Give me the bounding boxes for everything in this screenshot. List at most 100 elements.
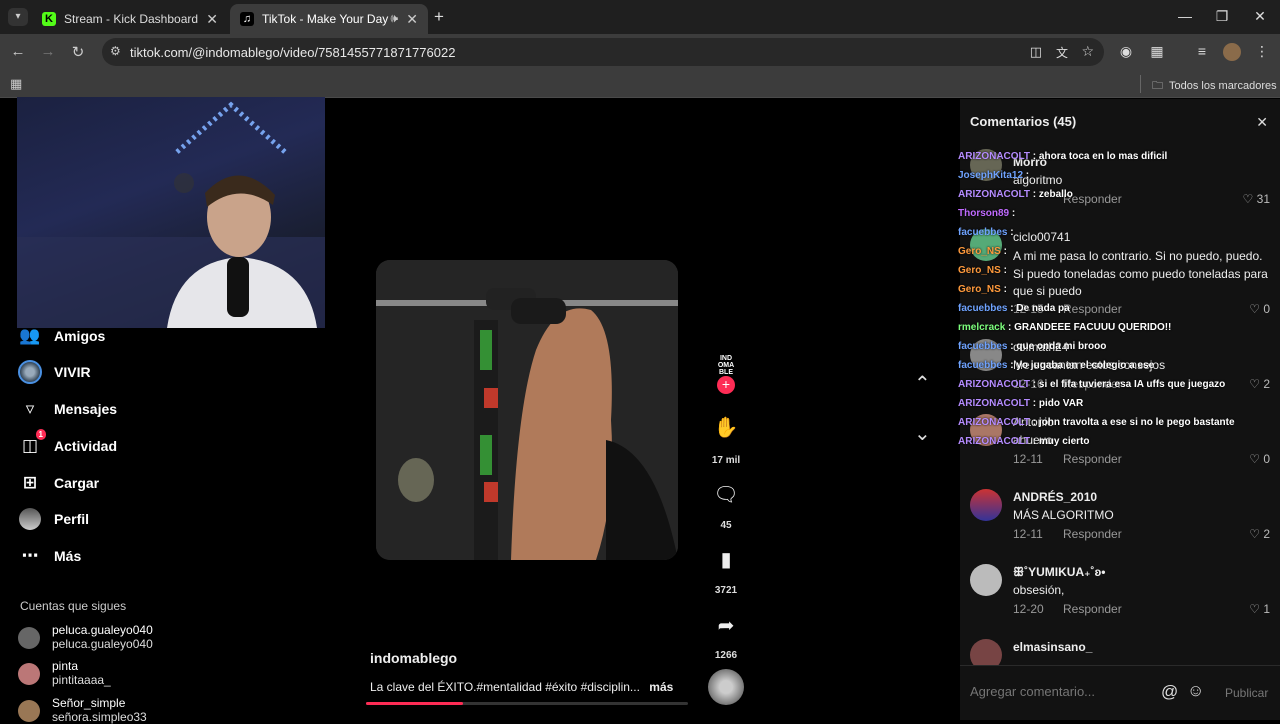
profile-avatar[interactable] (1223, 43, 1241, 61)
chat-username: rmelcrack (958, 322, 1006, 333)
maximize-icon[interactable]: ❐ (1212, 8, 1232, 25)
stream-chat-line: ARIZONACOLT : pido VAR (958, 398, 1083, 409)
install-app-icon[interactable]: ◫ (1030, 44, 1042, 60)
reload-icon[interactable]: ↻ (68, 43, 88, 61)
upload-icon: ⊞ (22, 473, 38, 492)
close-tab-icon[interactable]: ✕ (206, 11, 218, 28)
extensions-icon[interactable]: ▦ (1147, 43, 1167, 60)
music-disc-avatar[interactable] (708, 669, 744, 705)
audio-playing-icon[interactable]: 🕪 (390, 11, 398, 26)
media-control-icon[interactable]: ≡ (1192, 43, 1212, 59)
sidebar-item-profile[interactable]: Perfil (18, 507, 89, 531)
comment-user[interactable]: ꕥ˚YUMIKUA₊˚ʚ• (1013, 565, 1105, 580)
previous-video-arrow[interactable]: ⌃ (914, 371, 931, 396)
sidebar-item-more[interactable]: ⋯ Más (18, 544, 82, 568)
chat-message: : pido VAR (1030, 398, 1084, 409)
mention-icon[interactable]: @ (1161, 682, 1178, 702)
sidebar-item-live[interactable]: VIVIR (18, 360, 91, 384)
tab-kick-dashboard[interactable]: K Stream - Kick Dashboard ✕ (32, 4, 228, 34)
sidebar-item-messages[interactable]: ▿ Mensajes (18, 397, 117, 421)
comment-date: 12-20 (1013, 602, 1044, 616)
comment-user[interactable]: elmasinsano_ (1013, 640, 1092, 654)
tab-tiktok[interactable]: ♫ TikTok - Make Your Day 🕪 ✕ (230, 4, 428, 34)
forward-icon[interactable]: → (38, 43, 58, 60)
avatar (18, 663, 40, 685)
sidebar-item-label: Actividad (54, 438, 118, 454)
tab-title: Stream - Kick Dashboard (64, 12, 199, 26)
author-badge[interactable]: IND OMA BLE (712, 355, 740, 376)
stream-chat-line: rmelcrack : GRANDEEE FACUUU QUERIDO!! (958, 322, 1171, 333)
emoji-icon[interactable]: ☺ (1187, 681, 1204, 701)
close-window-icon[interactable]: ✕ (1250, 8, 1270, 25)
bookmark-star-icon[interactable]: ☆ (1081, 43, 1094, 60)
following-item[interactable]: pinta pintitaaaa_ (18, 659, 111, 687)
avatar (18, 700, 40, 722)
caption-more-link[interactable]: más (649, 680, 673, 694)
chat-message: : GRANDEEE FACUUU QUERIDO!! (1005, 322, 1172, 333)
comment-input[interactable] (970, 678, 1160, 704)
publish-button[interactable]: Publicar (1225, 686, 1268, 700)
site-info-icon[interactable]: ⚙ (110, 44, 121, 58)
following-item[interactable]: peluca.gualeyo040 peluca.gualeyo040 (18, 623, 153, 651)
close-tab-icon[interactable]: ✕ (406, 11, 418, 28)
minimize-icon[interactable]: — (1175, 8, 1195, 24)
tab-search-button[interactable]: ▾ (8, 8, 28, 26)
reply-button[interactable]: Responder (1063, 602, 1122, 616)
like-icon[interactable]: ✋ (706, 415, 746, 440)
comment-count: 45 (720, 520, 732, 531)
all-bookmarks-folder[interactable]: 🗀 Todos los marcadores (1152, 77, 1277, 96)
back-icon[interactable]: ← (8, 43, 28, 60)
kick-icon: K (42, 12, 56, 26)
comment-user[interactable]: ANDRÉS_2010 (1013, 490, 1097, 504)
tab-title: TikTok - Make Your Day (262, 12, 389, 26)
close-comments-icon[interactable]: ✕ (1256, 114, 1268, 131)
stream-chat-line: ARIZONACOLT : ahora toca en lo mas dific… (958, 151, 1167, 162)
next-video-arrow[interactable]: ⌄ (914, 421, 931, 446)
apps-grid-icon[interactable]: ▦ (10, 76, 22, 92)
new-tab-button[interactable]: + (434, 7, 444, 27)
following-name: Señor_simple (52, 696, 126, 710)
video-player[interactable] (376, 260, 678, 560)
video-progress-track[interactable] (366, 702, 688, 705)
video-progress-fill (366, 702, 463, 705)
comment-icon[interactable]: 🗨 (706, 482, 746, 507)
video-caption: La clave del ÉXITO.#mentalidad #éxito #d… (370, 680, 673, 694)
follow-plus-button[interactable]: + (717, 376, 735, 394)
translate-icon[interactable]: 文 (1056, 44, 1068, 61)
chat-username: facuebbes (958, 227, 1008, 238)
bookmarks-separator (1140, 75, 1141, 93)
following-handle: pintitaaaa_ (52, 673, 111, 687)
chat-message: : que onda mi brooo (1007, 341, 1107, 352)
following-name: pinta (52, 659, 79, 673)
stream-chat-line: ARIZONACOLT : zeballo (958, 189, 1073, 200)
sidebar-item-label: Perfil (54, 511, 90, 527)
bookmark-icon[interactable]: ▮ (706, 547, 746, 572)
incognito-extension-icon[interactable]: ◉ (1116, 43, 1136, 60)
avatar[interactable] (970, 489, 1002, 521)
chat-message: : (1009, 208, 1016, 219)
stream-chat-line: ARIZONACOLT : muy cierto (958, 436, 1090, 447)
sidebar-item-activity[interactable]: ◫ 1 Actividad (18, 429, 118, 458)
activity-icon: ◫ 1 (18, 429, 46, 458)
avatar (18, 627, 40, 649)
avatar[interactable] (970, 564, 1002, 596)
bookmarks-bar: ▦ 🗀 Todos los marcadores (0, 70, 1280, 98)
comment-like[interactable]: ♡ 1 (1249, 602, 1270, 616)
chat-username: ARIZONACOLT (958, 436, 1031, 447)
chat-message: : (1000, 246, 1007, 257)
sidebar-item-upload[interactable]: ⊞ Cargar (18, 471, 99, 495)
chat-username: Gero_NS (958, 265, 1001, 276)
browser-toolbar: ← → ↻ ⚙ tiktok.com/@indomablego/video/75… (0, 34, 1280, 70)
comment-like[interactable]: ♡ 2 (1249, 527, 1270, 541)
stream-chat-line: Thorson89 : (958, 208, 1015, 219)
comments-title: Comentarios (45) (970, 114, 1077, 129)
share-icon[interactable]: ➦ (706, 613, 746, 638)
chat-username: facuebbes (958, 360, 1008, 371)
menu-kebab-icon[interactable]: ⋮ (1252, 43, 1272, 60)
reply-button[interactable]: Responder (1063, 527, 1122, 541)
tiktok-icon: ♫ (240, 12, 254, 26)
following-handle: señora.simpleo33 (52, 710, 147, 724)
video-username[interactable]: indomablego (370, 650, 457, 666)
address-bar[interactable]: ⚙ tiktok.com/@indomablego/video/75814557… (102, 38, 1104, 66)
chat-message: : john travolta a ese si no le pego bast… (1030, 417, 1235, 428)
